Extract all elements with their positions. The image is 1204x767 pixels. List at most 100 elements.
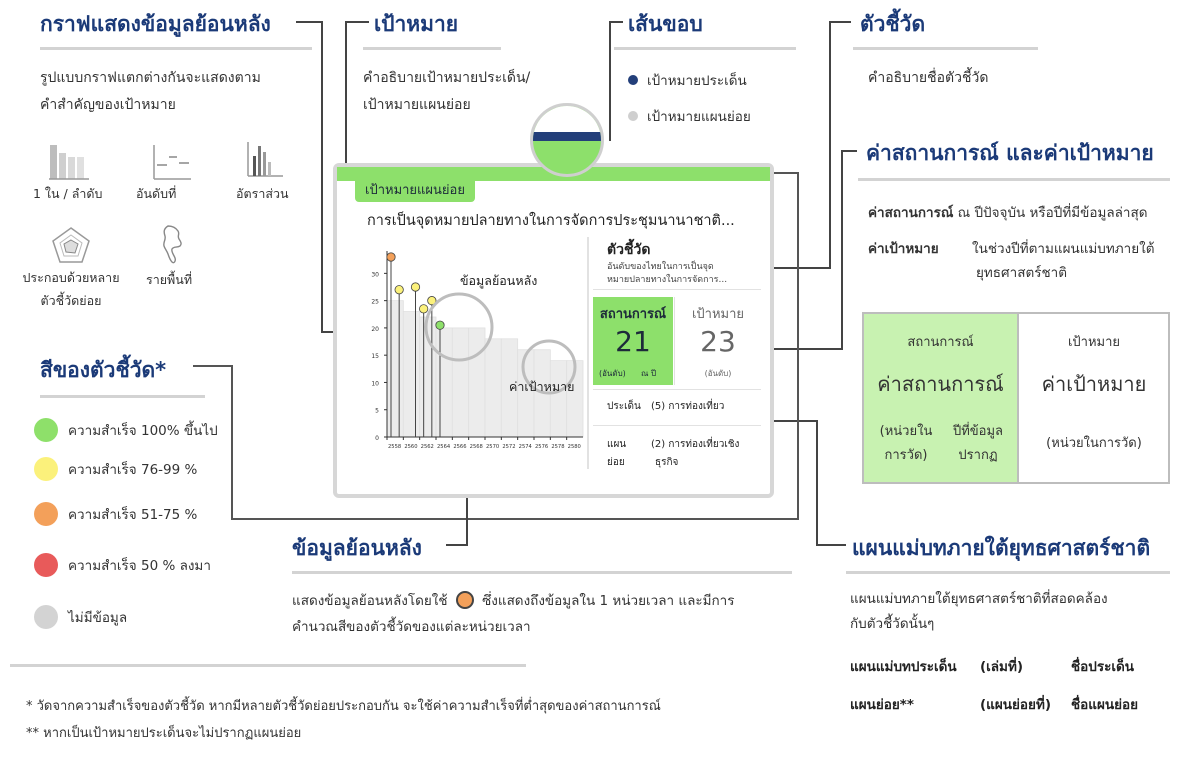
chart-y-tick-label: 0 [375,435,379,442]
chart-bar [451,327,470,438]
chart-x-tick-label: 2566 [453,444,466,450]
card-divider [587,237,589,469]
card-plan-value-1: (2) การท่องเที่ยวเชิง [651,439,740,450]
table-status-year-1: ปีที่ข้อมูล [952,424,1004,439]
target-row-rest-1: ในช่วงปีที่ตามแผนแม่บทภายใต้ [972,241,1155,257]
connector-line [816,420,818,546]
chart-x-tick-label: 2570 [486,444,499,450]
connector-line [296,21,322,23]
table-status-unit-1: (หน่วยใน [879,424,933,439]
status-target-table: สถานการณ์ ค่าสถานการณ์ (หน่วยใน การวัด) … [862,312,1170,484]
callout-history-label: ข้อมูลย้อนหลัง [460,271,538,291]
indicator-card: เป้าหมายแผนย่อย การเป็นจุดหมายปลายทางในก… [333,163,774,498]
chart-x-tick-label: 2562 [421,444,434,450]
indicator-desc: คำอธิบายชื่อตัวชี้วัด [868,70,989,86]
master-plan-row1-col3: ชื่อประเด็น [1071,659,1134,675]
border-legend-label: เป้าหมายประเด็น [647,73,747,89]
chart-point [419,304,429,314]
goal-title: เป้าหมาย [374,12,459,36]
connector-line [446,544,468,546]
orange-dot-icon [455,591,474,609]
history-graph-desc-1: รูปแบบกราฟแตกต่างกันจะแสดงตาม [40,70,261,86]
radar-chart-label-1: ประกอบด้วยหลาย [22,270,120,285]
chart-y-tick-label: 20 [371,326,379,333]
legend-item: ความสำเร็จ 100% ขึ้นไป [34,418,218,442]
chart-bar [402,311,421,438]
legend-item: ความสำเร็จ 76-99 % [34,457,197,481]
callout-target-label: ค่าเป้าหมาย [509,379,575,394]
status-row-1-bold: ค่าสถานการณ์ [868,205,954,221]
chart-point [386,252,396,262]
chart-y-tick-label: 5 [375,408,379,415]
bar-chart-icon [48,143,90,185]
legend-label: ความสำเร็จ 100% ขึ้นไป [68,423,218,439]
history-data-desc-1b: ซึ่งแสดงถึงข้อมูลใน 1 หน่วยเวลา และมีการ [482,593,735,609]
chart-x-tick-label: 2574 [519,444,533,450]
card-status-value: 21 [615,325,651,358]
divider [40,395,205,398]
legend-item: ความสำเร็จ 51-75 % [34,502,197,526]
connector-line [609,21,611,141]
master-plan-desc-2: กับตัวชี้วัดนั้นๆ [850,616,935,632]
ratio-chart-icon [245,140,285,184]
card-issue-value: (5) การท่องเที่ยว [651,401,725,412]
magnifier-blue-border [533,132,601,141]
card-indicator-title: ตัวชี้วัด [607,242,651,258]
map-icon [160,224,186,270]
chart-x-tick-label: 2572 [502,444,515,450]
table-status-year-2: ปรากฏ [958,448,998,463]
indicator-color-title: สีของตัวชี้วัด* [40,358,167,382]
target-row-label: ค่าเป้าหมาย [868,238,939,262]
card-status-unit: (อันดับ) [599,369,626,378]
map-label: รายพื้นที่ [146,272,193,287]
master-plan-title: แผนแม่บทภายใต้ยุทธศาสตร์ชาติ [852,536,1151,560]
history-data-desc-1: แสดงข้อมูลย้อนหลังโดยใช้ ซึ่งแสดงถึงข้อม… [292,590,735,614]
status-target-title: ค่าสถานการณ์ และค่าเป้าหมาย [866,141,1154,165]
card-divider [593,389,761,390]
connector-line [193,365,233,367]
history-graph-desc-2: คำสำคัญของเป้าหมาย [40,97,176,113]
chart-y-tick-label: 15 [371,353,379,360]
card-plan-value-2: ธุรกิจ [655,457,679,468]
color-swatch [628,75,638,85]
table-target-value: ค่าเป้าหมาย [1041,372,1147,396]
legend-label: ความสำเร็จ 76-99 % [68,462,198,478]
status-row-1-rest: ณ ปีปัจจุบัน หรือปีที่มีข้อมูลล่าสุด [953,205,1148,221]
table-target-unit: (หน่วยในการวัด) [1046,436,1142,451]
card-target-unit: (อันดับ) [704,369,732,378]
radar-chart-label-2: ตัวชี้วัดย่อย [40,293,102,308]
target-row-rest-2: ยุทธศาสตร์ชาติ [976,265,1067,281]
chart-y-tick-label: 30 [371,271,379,278]
target-row-bold: ค่าเป้าหมาย [868,241,939,257]
chart-x-tick-label: 2564 [437,444,451,450]
table-status-head: สถานการณ์ [907,335,974,350]
connector-line [770,172,799,174]
card-plan-label-1: แผน [607,439,627,450]
border-legend-item: เป้าหมายแผนย่อย [628,105,751,127]
connector-line [231,518,799,520]
card-goal-text: การเป็นจุดหมายปลายทางในการจัดการประชุมนา… [367,213,735,229]
chart-x-tick-label: 2568 [470,444,483,450]
connector-line [829,21,831,269]
master-plan-row1-col2: (เล่มที่) [980,659,1024,675]
connector-line [321,21,323,333]
legend-label: ไม่มีข้อมูล [68,610,128,626]
card-target-value: 23 [700,325,736,358]
footnote-1: * วัดจากความสำเร็จของตัวชี้วัด หากมีหลาย… [26,699,661,714]
divider [853,47,1038,50]
card-target-label: เป้าหมาย [691,307,745,322]
chart-bar [386,300,404,438]
chart-x-tick-label: 2560 [404,444,417,450]
master-plan-row2-col1: แผนย่อย** [850,697,914,713]
border-title: เส้นขอบ [628,12,703,36]
card-badge: เป้าหมายแผนย่อย [355,177,475,202]
goal-desc-1: คำอธิบายเป้าหมายประเด็น/ [363,70,531,86]
connector-line [816,544,846,546]
master-plan-row1-col1: แผนแม่บทประเด็น [850,659,957,675]
border-legend-label: เป้าหมายแผนย่อย [647,109,751,125]
color-swatch [34,553,58,577]
connector-line [345,21,369,23]
card-plan-label-2: ย่อย [607,457,625,468]
table-status-unit-2: การวัด) [884,448,928,463]
connector-line [841,150,857,152]
